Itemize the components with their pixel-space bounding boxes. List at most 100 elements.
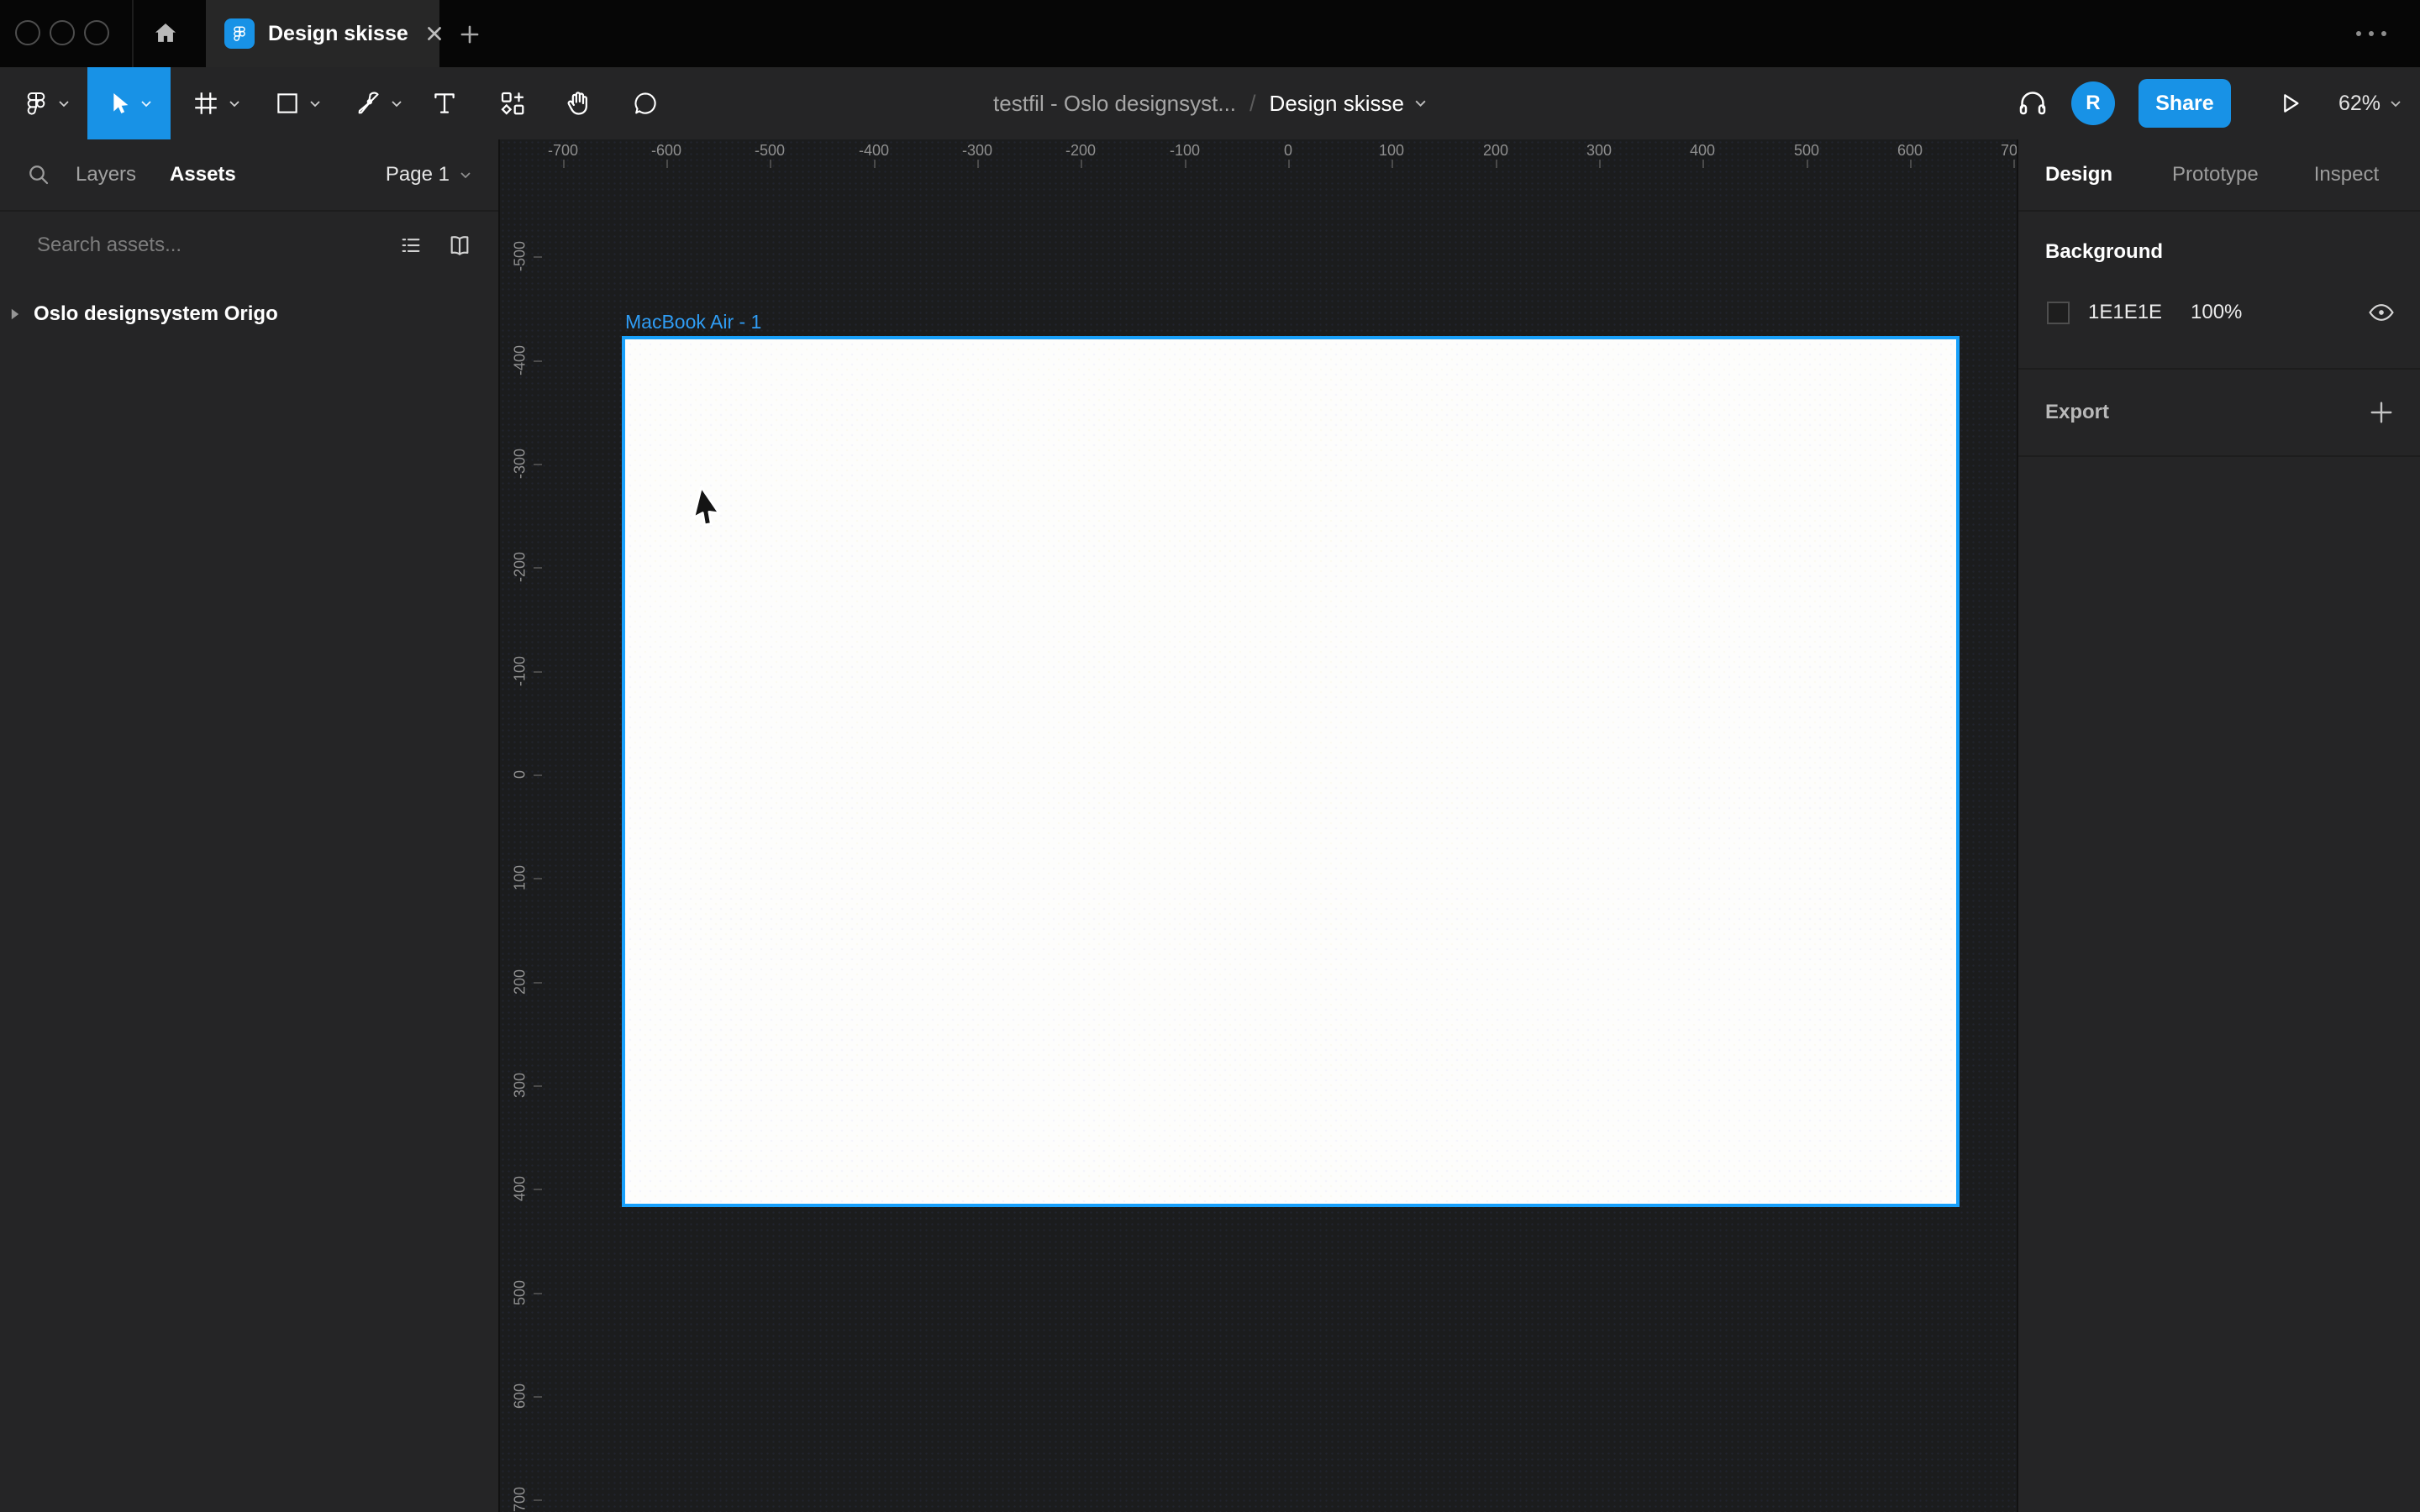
ruler-tick bbox=[563, 160, 565, 168]
main-menu-button[interactable] bbox=[7, 67, 84, 139]
comment-tool-button[interactable] bbox=[618, 67, 672, 139]
hand-icon bbox=[564, 88, 594, 118]
ruler-label: 400 bbox=[512, 1176, 529, 1201]
ruler-tick bbox=[1185, 160, 1186, 168]
headphones-icon bbox=[2016, 87, 2049, 120]
ruler-label: -300 bbox=[512, 449, 529, 479]
ruler-tick bbox=[534, 567, 542, 569]
library-book-icon[interactable] bbox=[441, 227, 478, 264]
frame-tool-button[interactable] bbox=[176, 67, 254, 139]
resources-icon bbox=[497, 88, 528, 118]
ruler-tick bbox=[1910, 160, 1912, 168]
window-minimize-button[interactable] bbox=[50, 20, 75, 45]
ruler-tick bbox=[534, 1085, 542, 1087]
ruler-label: 100 bbox=[1379, 142, 1404, 160]
tab-layers[interactable]: Layers bbox=[76, 163, 136, 186]
background-opacity-value[interactable]: 100% bbox=[2191, 301, 2242, 324]
new-tab-button[interactable] bbox=[452, 17, 487, 52]
move-cursor-icon bbox=[106, 90, 133, 117]
tab-title: Design skisse bbox=[268, 22, 408, 46]
ruler-label: -700 bbox=[548, 142, 578, 160]
resources-tool-button[interactable] bbox=[486, 67, 539, 139]
tab-close-button[interactable] bbox=[425, 19, 444, 48]
tab-assets[interactable]: Assets bbox=[170, 163, 236, 186]
ruler-label: 200 bbox=[1483, 142, 1508, 160]
text-tool-button[interactable] bbox=[418, 67, 471, 139]
figma-logo-icon bbox=[22, 89, 50, 118]
more-icon bbox=[2381, 31, 2386, 36]
ruler-label: 700 bbox=[2001, 142, 2017, 160]
file-tab[interactable]: Design skisse bbox=[206, 0, 439, 67]
window-zoom-button[interactable] bbox=[84, 20, 109, 45]
hand-tool-button[interactable] bbox=[551, 67, 607, 139]
ruler-tick bbox=[1807, 160, 1808, 168]
breadcrumb: testfil - Oslo designsyst... / Design sk… bbox=[993, 67, 1427, 139]
left-panel-header: Layers Assets Page 1 bbox=[0, 139, 498, 212]
tab-inspect[interactable]: Inspect bbox=[2314, 163, 2379, 186]
ruler-label: 600 bbox=[512, 1383, 529, 1409]
left-panel: Layers Assets Page 1 bbox=[0, 139, 500, 1512]
shape-tool-button[interactable] bbox=[257, 67, 336, 139]
ruler-tick bbox=[534, 464, 542, 465]
move-tool-button[interactable] bbox=[87, 67, 171, 139]
ruler-tick bbox=[770, 160, 771, 168]
background-color-swatch[interactable] bbox=[2047, 302, 2070, 324]
add-export-button[interactable] bbox=[2363, 394, 2400, 431]
ruler-tick bbox=[977, 160, 979, 168]
window-close-button[interactable] bbox=[15, 20, 40, 45]
ruler-label: 100 bbox=[512, 865, 529, 890]
frame-label[interactable]: MacBook Air - 1 bbox=[625, 311, 761, 333]
asset-tree-item[interactable]: Oslo designsystem Origo bbox=[0, 291, 498, 338]
search-icon[interactable] bbox=[25, 161, 52, 188]
export-section: Export bbox=[2018, 370, 2420, 457]
background-hex-value[interactable]: 1E1E1E bbox=[2088, 301, 2191, 324]
chevron-right-icon[interactable] bbox=[10, 308, 20, 320]
ruler-tick bbox=[534, 1396, 542, 1398]
asset-tree-label: Oslo designsystem Origo bbox=[34, 302, 278, 326]
pen-tool-button[interactable] bbox=[338, 67, 418, 139]
avatar[interactable]: R bbox=[2071, 81, 2115, 125]
design-frame[interactable] bbox=[625, 339, 1956, 1204]
ruler-tick bbox=[534, 1189, 542, 1190]
zoom-menu[interactable]: 62% bbox=[2338, 92, 2402, 116]
ruler-tick bbox=[534, 774, 542, 776]
background-section-title: Background bbox=[2045, 240, 2420, 264]
ruler-label: -500 bbox=[512, 241, 529, 271]
chevron-down-icon bbox=[309, 100, 321, 108]
asset-search-row bbox=[0, 212, 498, 279]
window-more-menu[interactable] bbox=[2346, 18, 2396, 49]
ruler-tick bbox=[1702, 160, 1704, 168]
search-input[interactable] bbox=[37, 234, 392, 257]
chevron-down-icon bbox=[229, 100, 240, 108]
ruler-label: -400 bbox=[512, 345, 529, 375]
chevron-down-icon bbox=[460, 171, 471, 179]
ruler-tick bbox=[666, 160, 668, 168]
chevron-down-icon bbox=[1414, 99, 1427, 108]
home-button[interactable] bbox=[145, 12, 187, 55]
visibility-toggle[interactable] bbox=[2363, 294, 2400, 331]
breadcrumb-file-name[interactable]: testfil - Oslo designsyst... bbox=[993, 91, 1236, 117]
rectangle-icon bbox=[273, 89, 302, 118]
page-selector[interactable]: Page 1 bbox=[386, 163, 471, 186]
background-section: Background 1E1E1E 100% bbox=[2018, 212, 2420, 370]
present-button[interactable] bbox=[2266, 80, 2313, 127]
list-view-button[interactable] bbox=[392, 227, 429, 264]
ruler-tick bbox=[1496, 160, 1497, 168]
share-button[interactable]: Share bbox=[2139, 79, 2231, 128]
ruler-label: 500 bbox=[1794, 142, 1819, 160]
audio-call-button[interactable] bbox=[2009, 80, 2056, 127]
breadcrumb-page-name: Design skisse bbox=[1270, 91, 1404, 117]
right-panel-tabs: Design Prototype Inspect bbox=[2018, 139, 2420, 212]
tab-design[interactable]: Design bbox=[2045, 163, 2112, 186]
ruler-label: 300 bbox=[512, 1073, 529, 1098]
breadcrumb-page-menu[interactable]: Design skisse bbox=[1270, 91, 1427, 117]
ruler-label: -100 bbox=[1170, 142, 1200, 160]
ruler-label: 300 bbox=[1586, 142, 1612, 160]
ruler-tick bbox=[1081, 160, 1082, 168]
tab-prototype[interactable]: Prototype bbox=[2172, 163, 2259, 186]
canvas[interactable]: -700-600-500-400-300-200-100010020030040… bbox=[500, 139, 2017, 1512]
home-icon bbox=[151, 19, 180, 48]
ruler-tick bbox=[534, 360, 542, 362]
ruler-tick bbox=[1288, 160, 1290, 168]
ruler-label: -200 bbox=[1065, 142, 1096, 160]
